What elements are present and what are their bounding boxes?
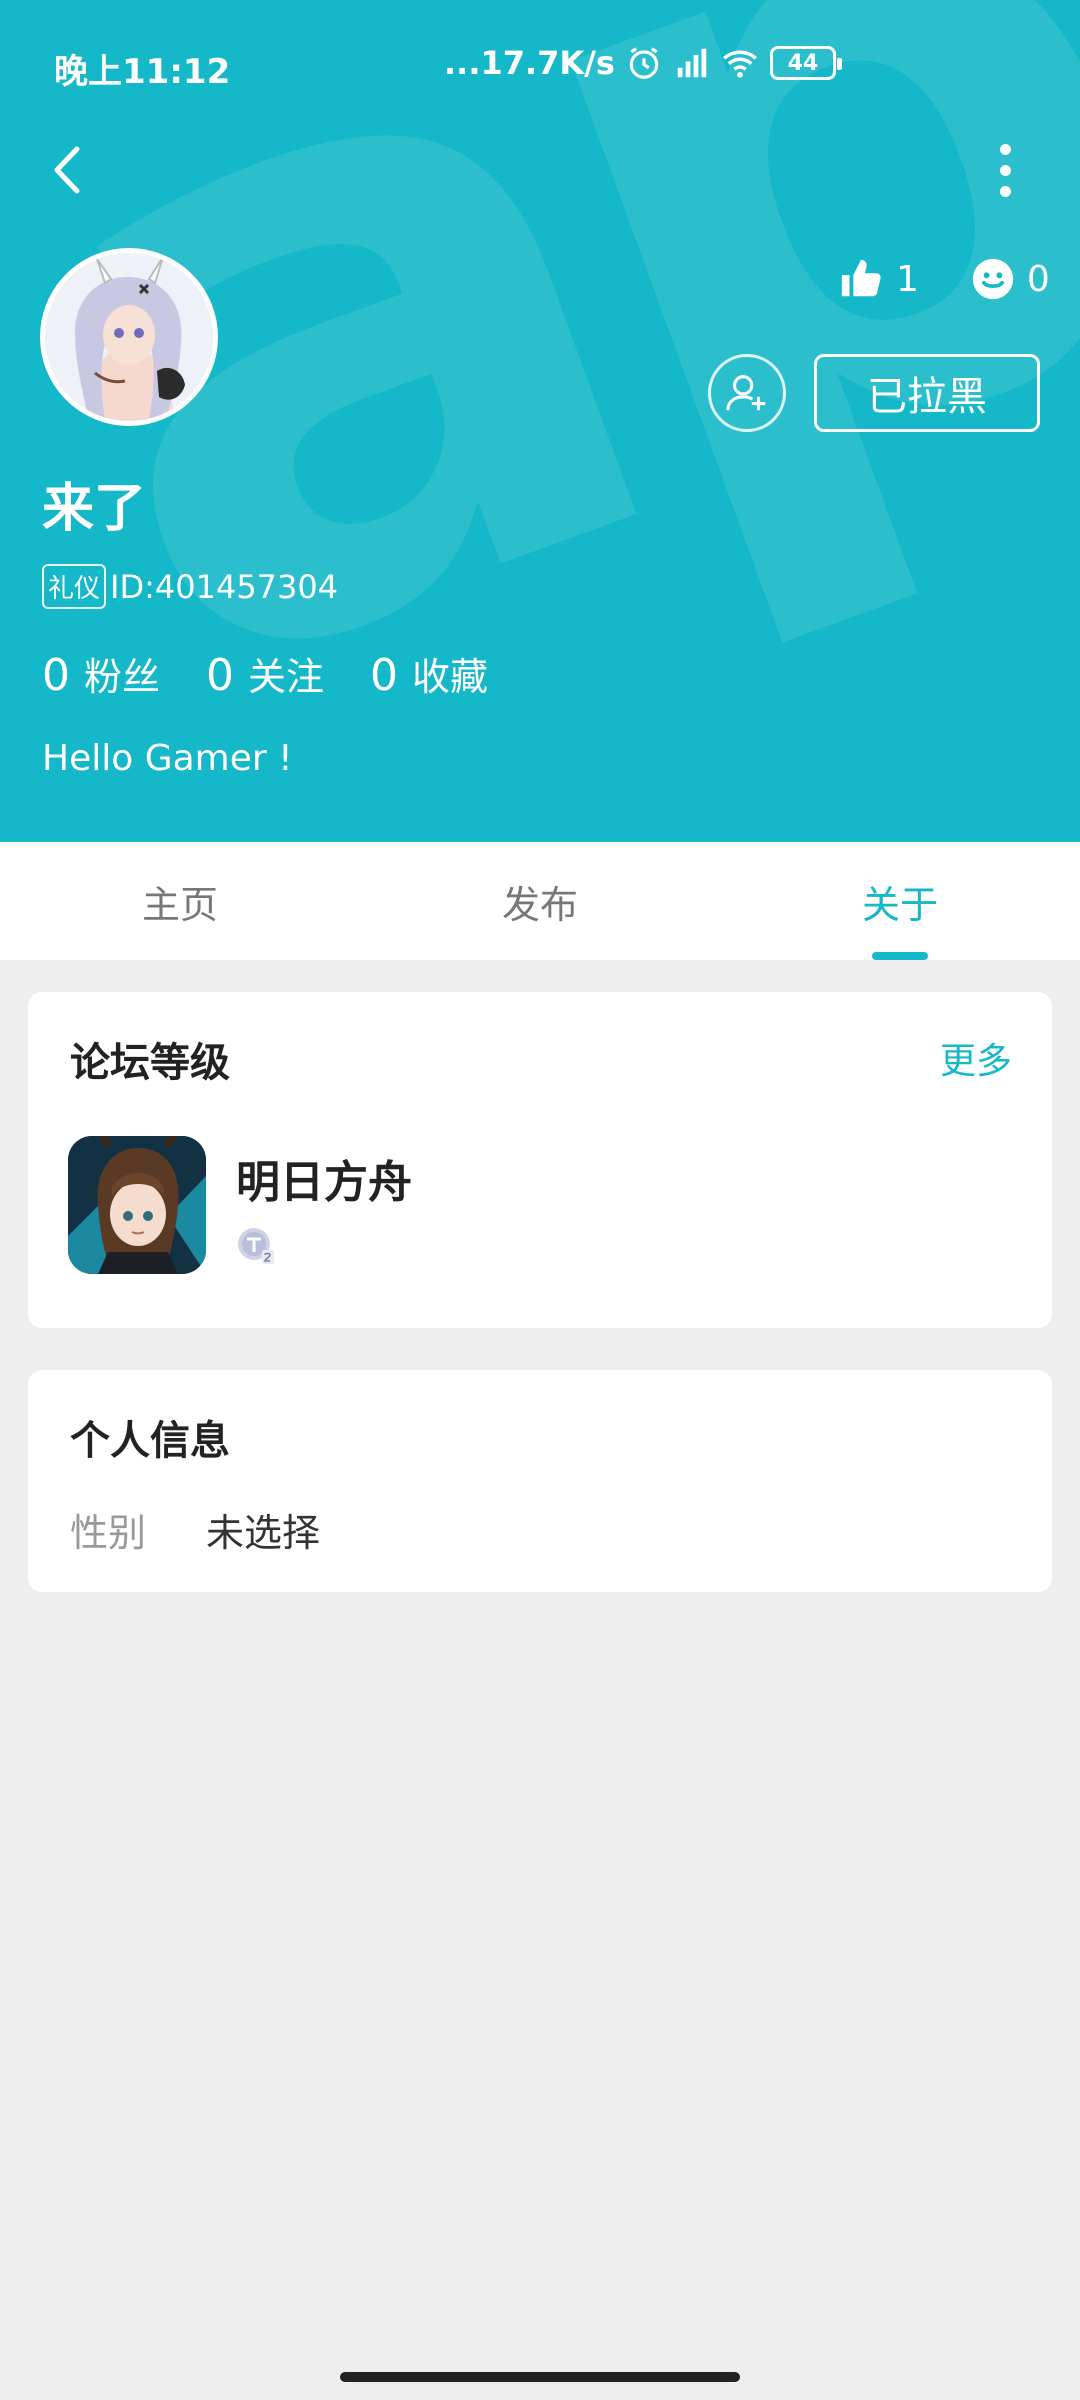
more-dot-icon	[999, 143, 1011, 155]
user-id: ID:401457304	[110, 567, 339, 606]
gender-key: 性别	[70, 1511, 147, 1555]
follow-button[interactable]	[708, 354, 786, 432]
favorites-number: 0	[370, 650, 399, 701]
fans-number: 0	[42, 650, 70, 701]
following-number: 0	[206, 650, 235, 701]
status-time: 晚上11:12	[54, 52, 231, 92]
user-id-row: 礼仪 ID:401457304	[42, 564, 338, 609]
alarm-icon	[629, 47, 659, 79]
username: 来了	[42, 479, 147, 539]
gender-value: 未选择	[206, 1511, 321, 1555]
more-dot-icon	[999, 164, 1011, 176]
personal-info-card: 个人信息 性别 未选择	[28, 1370, 1052, 1592]
profile-tabs: 主页 发布 关于	[0, 842, 1080, 960]
network-speed: ...17.7K/s	[444, 44, 615, 82]
forum-level-card: 论坛等级 更多 明日方舟	[28, 992, 1052, 1328]
avatar[interactable]	[40, 248, 218, 426]
add-user-icon	[726, 375, 766, 411]
more-link[interactable]: 更多	[940, 1032, 1012, 1084]
profile-header: apTap 晚上11:12 ...17.7K/s 44	[0, 0, 1080, 842]
more-options-button[interactable]	[980, 140, 1030, 200]
more-dot-icon	[999, 185, 1011, 197]
fans-label: 粉丝	[84, 655, 161, 699]
following-count[interactable]: 0 关注	[206, 646, 324, 701]
reaction-stats: 1 0	[838, 256, 1050, 302]
favorites-count[interactable]: 0 收藏	[370, 646, 488, 701]
tab-home[interactable]: 主页	[0, 842, 360, 960]
level-badge-icon	[238, 1228, 274, 1264]
battery-icon: 44	[770, 46, 842, 80]
tab-about[interactable]: 关于	[720, 842, 1080, 960]
user-bio: Hello Gamer !	[42, 738, 293, 779]
chevron-left-icon	[54, 146, 80, 194]
status-bar: 晚上11:12 ...17.7K/s 44	[0, 0, 1080, 130]
likes-stat[interactable]: 1	[838, 256, 919, 302]
fans-count[interactable]: 0 粉丝	[42, 646, 160, 701]
tab-posts[interactable]: 发布	[360, 842, 720, 960]
gender-row: 性别 未选择	[70, 1502, 320, 1557]
game-icon[interactable]	[68, 1136, 206, 1274]
thumbs-up-icon	[841, 259, 881, 297]
status-indicators: ...17.7K/s	[444, 44, 759, 82]
likes-count: 1	[896, 258, 919, 300]
avatar-illustration	[45, 253, 213, 421]
favorites-label: 收藏	[412, 655, 489, 699]
blocked-button[interactable]: 已拉黑	[814, 354, 1040, 432]
follow-counts: 0 粉丝 0 关注 0 收藏	[42, 646, 488, 701]
smiles-count: 0	[1026, 258, 1050, 300]
home-indicator[interactable]	[340, 2372, 740, 2382]
following-label: 关注	[248, 655, 325, 699]
signal-icon	[677, 48, 707, 78]
smiley-icon	[972, 258, 1014, 300]
game-name: 明日方舟	[236, 1157, 412, 1208]
wifi-icon	[722, 50, 757, 78]
game-character-icon	[68, 1136, 206, 1274]
forum-level-title: 论坛等级	[70, 1040, 230, 1086]
back-button[interactable]	[36, 140, 96, 200]
smiles-stat[interactable]: 0	[971, 257, 1050, 301]
personal-info-title: 个人信息	[70, 1418, 230, 1464]
etiquette-badge: 礼仪	[42, 564, 107, 609]
